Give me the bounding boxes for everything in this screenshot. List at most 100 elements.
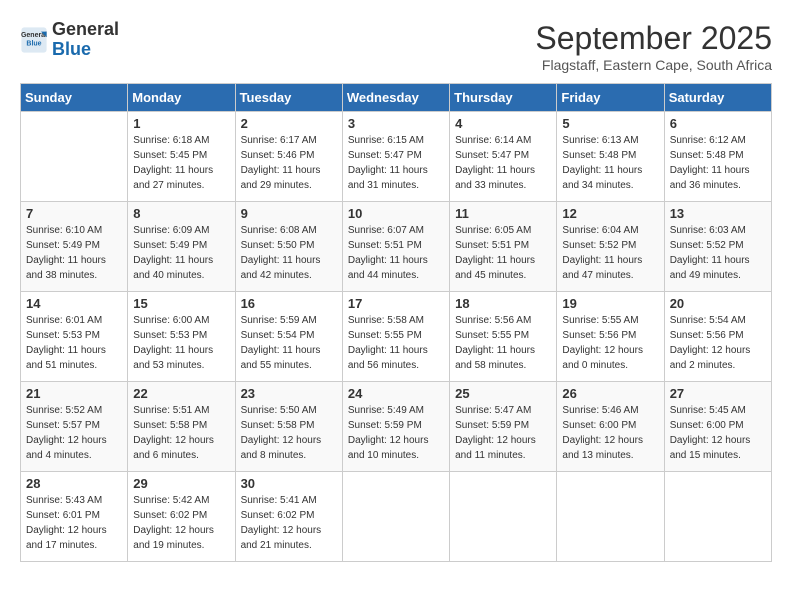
calendar-cell: 14 Sunrise: 6:01 AM Sunset: 5:53 PM Dayli… <box>21 292 128 382</box>
day-info: Sunrise: 5:58 AM Sunset: 5:55 PM Dayligh… <box>348 313 444 373</box>
day-info: Sunrise: 6:15 AM Sunset: 5:47 PM Dayligh… <box>348 133 444 193</box>
column-header-tuesday: Tuesday <box>235 84 342 112</box>
day-info: Sunrise: 6:08 AM Sunset: 5:50 PM Dayligh… <box>241 223 337 283</box>
calendar-cell: 29 Sunrise: 5:42 AM Sunset: 6:02 PM Dayli… <box>128 472 235 562</box>
day-number: 25 <box>455 386 551 401</box>
calendar-cell: 10Sunrise: 6:07 AM Sunset: 5:51 PM Dayli… <box>342 202 449 292</box>
calendar-cell: 13Sunrise: 6:03 AM Sunset: 5:52 PM Dayli… <box>664 202 771 292</box>
day-info: Sunrise: 5:55 AM Sunset: 5:56 PM Dayligh… <box>562 313 658 373</box>
day-info: Sunrise: 5:56 AM Sunset: 5:55 PM Dayligh… <box>455 313 551 373</box>
day-info: Sunrise: 5:45 AM Sunset: 6:00 PM Dayligh… <box>670 403 766 463</box>
calendar-cell: 28Sunrise: 5:43 AM Sunset: 6:01 PM Dayli… <box>21 472 128 562</box>
calendar-cell: 26 Sunrise: 5:46 AM Sunset: 6:00 PM Dayli… <box>557 382 664 472</box>
day-info: Sunrise: 6:18 AM Sunset: 5:45 PM Dayligh… <box>133 133 229 193</box>
calendar-cell <box>450 472 557 562</box>
calendar-cell: 2 Sunrise: 6:17 AM Sunset: 5:46 PM Daylig… <box>235 112 342 202</box>
calendar-cell: 20Sunrise: 5:54 AM Sunset: 5:56 PM Dayli… <box>664 292 771 382</box>
page-header: General Blue General Blue September 2025… <box>20 20 772 73</box>
column-header-thursday: Thursday <box>450 84 557 112</box>
day-number: 23 <box>241 386 337 401</box>
calendar-cell: 19 Sunrise: 5:55 AM Sunset: 5:56 PM Dayli… <box>557 292 664 382</box>
calendar-cell: 25 Sunrise: 5:47 AM Sunset: 5:59 PM Dayli… <box>450 382 557 472</box>
day-number: 24 <box>348 386 444 401</box>
day-info: Sunrise: 6:10 AM Sunset: 5:49 PM Dayligh… <box>26 223 122 283</box>
calendar-week-row: 28Sunrise: 5:43 AM Sunset: 6:01 PM Dayli… <box>21 472 772 562</box>
day-number: 22 <box>133 386 229 401</box>
calendar-table: SundayMondayTuesdayWednesdayThursdayFrid… <box>20 83 772 562</box>
calendar-cell: 30 Sunrise: 5:41 AM Sunset: 6:02 PM Dayli… <box>235 472 342 562</box>
day-number: 20 <box>670 296 766 311</box>
calendar-cell: 17 Sunrise: 5:58 AM Sunset: 5:55 PM Dayli… <box>342 292 449 382</box>
day-number: 29 <box>133 476 229 491</box>
calendar-week-row: 1Sunrise: 6:18 AM Sunset: 5:45 PM Daylig… <box>21 112 772 202</box>
day-number: 3 <box>348 116 444 131</box>
day-number: 8 <box>133 206 229 221</box>
day-number: 2 <box>241 116 337 131</box>
calendar-cell: 11 Sunrise: 6:05 AM Sunset: 5:51 PM Dayli… <box>450 202 557 292</box>
day-info: Sunrise: 6:00 AM Sunset: 5:53 PM Dayligh… <box>133 313 229 373</box>
day-info: Sunrise: 5:49 AM Sunset: 5:59 PM Dayligh… <box>348 403 444 463</box>
calendar-cell: 27Sunrise: 5:45 AM Sunset: 6:00 PM Dayli… <box>664 382 771 472</box>
calendar-header-row: SundayMondayTuesdayWednesdayThursdayFrid… <box>21 84 772 112</box>
day-number: 11 <box>455 206 551 221</box>
day-number: 16 <box>241 296 337 311</box>
calendar-week-row: 7 Sunrise: 6:10 AM Sunset: 5:49 PM Daylig… <box>21 202 772 292</box>
calendar-cell: 21 Sunrise: 5:52 AM Sunset: 5:57 PM Dayli… <box>21 382 128 472</box>
day-info: Sunrise: 6:13 AM Sunset: 5:48 PM Dayligh… <box>562 133 658 193</box>
day-number: 7 <box>26 206 122 221</box>
day-number: 14 <box>26 296 122 311</box>
day-info: Sunrise: 6:05 AM Sunset: 5:51 PM Dayligh… <box>455 223 551 283</box>
day-number: 15 <box>133 296 229 311</box>
calendar-cell: 5Sunrise: 6:13 AM Sunset: 5:48 PM Daylig… <box>557 112 664 202</box>
column-header-friday: Friday <box>557 84 664 112</box>
day-info: Sunrise: 6:14 AM Sunset: 5:47 PM Dayligh… <box>455 133 551 193</box>
calendar-week-row: 14 Sunrise: 6:01 AM Sunset: 5:53 PM Dayli… <box>21 292 772 382</box>
day-info: Sunrise: 6:04 AM Sunset: 5:52 PM Dayligh… <box>562 223 658 283</box>
month-title: September 2025 <box>535 20 772 57</box>
calendar-cell: 4Sunrise: 6:14 AM Sunset: 5:47 PM Daylig… <box>450 112 557 202</box>
calendar-cell: 3 Sunrise: 6:15 AM Sunset: 5:47 PM Daylig… <box>342 112 449 202</box>
location-subtitle: Flagstaff, Eastern Cape, South Africa <box>535 57 772 73</box>
calendar-cell <box>557 472 664 562</box>
day-number: 10 <box>348 206 444 221</box>
calendar-cell <box>342 472 449 562</box>
calendar-cell: 9 Sunrise: 6:08 AM Sunset: 5:50 PM Daylig… <box>235 202 342 292</box>
day-info: Sunrise: 6:01 AM Sunset: 5:53 PM Dayligh… <box>26 313 122 373</box>
day-number: 28 <box>26 476 122 491</box>
day-number: 26 <box>562 386 658 401</box>
day-number: 18 <box>455 296 551 311</box>
calendar-cell <box>21 112 128 202</box>
calendar-cell: 16 Sunrise: 5:59 AM Sunset: 5:54 PM Dayli… <box>235 292 342 382</box>
day-info: Sunrise: 5:51 AM Sunset: 5:58 PM Dayligh… <box>133 403 229 463</box>
day-info: Sunrise: 6:03 AM Sunset: 5:52 PM Dayligh… <box>670 223 766 283</box>
calendar-cell <box>664 472 771 562</box>
day-number: 30 <box>241 476 337 491</box>
logo-icon: General Blue <box>20 26 48 54</box>
day-info: Sunrise: 6:12 AM Sunset: 5:48 PM Dayligh… <box>670 133 766 193</box>
calendar-cell: 6Sunrise: 6:12 AM Sunset: 5:48 PM Daylig… <box>664 112 771 202</box>
day-info: Sunrise: 5:46 AM Sunset: 6:00 PM Dayligh… <box>562 403 658 463</box>
column-header-wednesday: Wednesday <box>342 84 449 112</box>
day-number: 12 <box>562 206 658 221</box>
column-header-sunday: Sunday <box>21 84 128 112</box>
day-number: 21 <box>26 386 122 401</box>
logo: General Blue General Blue <box>20 20 119 60</box>
day-number: 17 <box>348 296 444 311</box>
day-info: Sunrise: 5:59 AM Sunset: 5:54 PM Dayligh… <box>241 313 337 373</box>
day-info: Sunrise: 5:50 AM Sunset: 5:58 PM Dayligh… <box>241 403 337 463</box>
day-info: Sunrise: 5:47 AM Sunset: 5:59 PM Dayligh… <box>455 403 551 463</box>
day-info: Sunrise: 5:41 AM Sunset: 6:02 PM Dayligh… <box>241 493 337 553</box>
day-info: Sunrise: 6:09 AM Sunset: 5:49 PM Dayligh… <box>133 223 229 283</box>
day-number: 9 <box>241 206 337 221</box>
day-info: Sunrise: 5:52 AM Sunset: 5:57 PM Dayligh… <box>26 403 122 463</box>
calendar-cell: 22 Sunrise: 5:51 AM Sunset: 5:58 PM Dayli… <box>128 382 235 472</box>
calendar-cell: 12 Sunrise: 6:04 AM Sunset: 5:52 PM Dayli… <box>557 202 664 292</box>
svg-text:Blue: Blue <box>26 40 41 47</box>
day-info: Sunrise: 6:17 AM Sunset: 5:46 PM Dayligh… <box>241 133 337 193</box>
logo-blue: Blue <box>52 40 119 60</box>
day-number: 19 <box>562 296 658 311</box>
calendar-cell: 18 Sunrise: 5:56 AM Sunset: 5:55 PM Dayli… <box>450 292 557 382</box>
logo-general: General <box>52 20 119 40</box>
day-info: Sunrise: 5:42 AM Sunset: 6:02 PM Dayligh… <box>133 493 229 553</box>
calendar-cell: 7 Sunrise: 6:10 AM Sunset: 5:49 PM Daylig… <box>21 202 128 292</box>
